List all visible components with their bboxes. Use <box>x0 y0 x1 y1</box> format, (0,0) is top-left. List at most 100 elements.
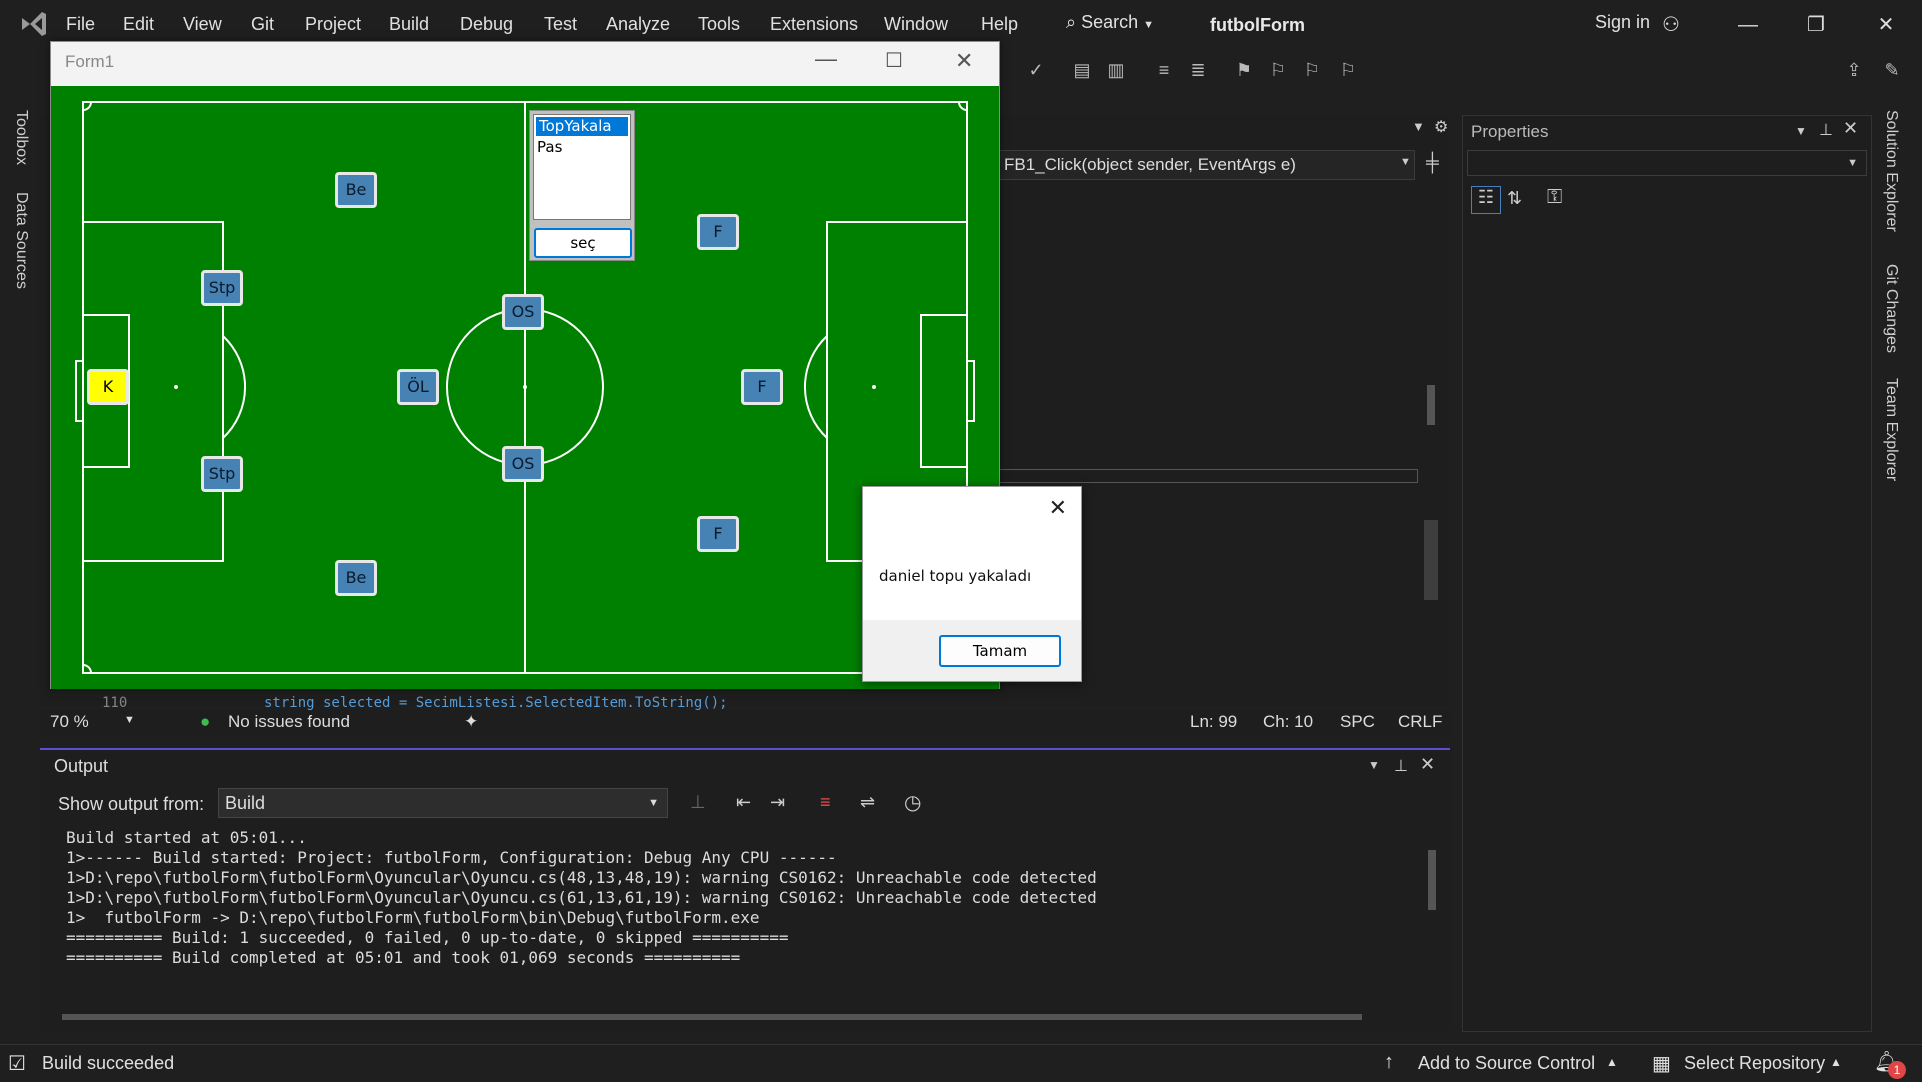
maximize-icon[interactable]: ☐ <box>885 48 903 73</box>
player-back-top[interactable]: Be <box>335 172 377 208</box>
categorized-icon[interactable]: ☷ <box>1471 186 1501 214</box>
ok-button[interactable]: Tamam <box>939 635 1061 667</box>
restore-icon[interactable]: ❐ <box>1796 10 1836 40</box>
issues-label[interactable]: No issues found <box>228 712 350 732</box>
cleanup-icon[interactable]: ✦ <box>464 712 478 732</box>
column-label[interactable]: Ch: 10 <box>1263 712 1313 732</box>
bookmark-prev-icon[interactable]: ⚐ <box>1266 58 1290 82</box>
select-button[interactable]: seç <box>534 228 632 258</box>
menu-edit[interactable]: Edit <box>123 14 154 35</box>
eol-label[interactable]: CRLF <box>1398 712 1442 732</box>
bookmark-clear-icon[interactable]: ⚐ <box>1336 58 1360 82</box>
close-icon[interactable]: ✕ <box>1843 118 1858 139</box>
menu-file[interactable]: File <box>66 14 95 35</box>
gear-icon[interactable]: ⚙ <box>1434 117 1448 137</box>
menu-project[interactable]: Project <box>305 14 361 35</box>
zoom-dropdown[interactable]: 70 % <box>50 712 89 732</box>
next-message-icon[interactable]: ⇥ <box>770 792 785 813</box>
output-title: Output <box>54 756 109 776</box>
split-icon[interactable]: ╪ <box>1426 152 1439 173</box>
output-line: Build started at 05:01... <box>66 828 307 847</box>
output-line: 1> futbolForm -> D:\repo\futbolForm\futb… <box>66 908 760 927</box>
spacing-label[interactable]: SPC <box>1340 712 1375 732</box>
player-defender-top[interactable]: Stp <box>201 270 243 306</box>
player-forward-top[interactable]: F <box>697 214 739 250</box>
menu-git[interactable]: Git <box>251 14 274 35</box>
player-midfielder-bottom[interactable]: OS <box>502 446 544 482</box>
close-icon[interactable]: ✕ <box>1049 495 1067 521</box>
select-icon[interactable]: ▤ <box>1070 58 1094 82</box>
bookmark-next-icon[interactable]: ⚐ <box>1300 58 1324 82</box>
select-repository[interactable]: Select Repository <box>1684 1053 1825 1074</box>
player-goalkeeper[interactable]: K <box>87 369 129 405</box>
list-item-selected[interactable]: TopYakala <box>536 117 628 136</box>
spell-check-icon[interactable]: ✓ <box>1024 58 1048 82</box>
object-select[interactable]: ▼ <box>1467 150 1867 176</box>
editor-scrollbar[interactable] <box>1424 185 1438 705</box>
share-icon[interactable]: ⇪ <box>1842 58 1866 82</box>
close-icon[interactable]: ✕ <box>955 48 973 74</box>
menu-window[interactable]: Window <box>884 14 948 35</box>
output-vertical-scrollbar[interactable] <box>1426 830 1438 1000</box>
feedback-icon[interactable]: ✎ <box>1880 58 1904 82</box>
outdent-icon[interactable]: ≣ <box>1186 58 1210 82</box>
player-midfielder-top[interactable]: OS <box>502 294 544 330</box>
search-button[interactable]: ⌕ Search ▼ <box>1066 12 1154 33</box>
line-label[interactable]: Ln: 99 <box>1190 712 1237 732</box>
chevron-down-icon[interactable]: ▼ <box>1368 758 1380 772</box>
copy-icon[interactable]: ▥ <box>1104 58 1128 82</box>
chevron-down-icon[interactable]: ▼ <box>1795 124 1807 138</box>
close-icon[interactable]: ✕ <box>1420 754 1435 775</box>
output-horizontal-scrollbar[interactable] <box>62 1012 1422 1022</box>
solution-explorer-tab[interactable]: Solution Explorer <box>1882 110 1900 232</box>
data-sources-tab[interactable]: Data Sources <box>12 192 30 289</box>
sign-in-link[interactable]: Sign in <box>1595 12 1650 33</box>
player-defender-bottom[interactable]: Stp <box>201 456 243 492</box>
alphabetical-icon[interactable]: ⇅ <box>1507 188 1522 209</box>
find-message-icon[interactable]: ⊥ <box>690 792 706 813</box>
menu-extensions[interactable]: Extensions <box>770 14 858 35</box>
action-listbox[interactable]: TopYakala Pas <box>533 114 631 220</box>
output-source-select[interactable]: Build ▼ <box>218 788 668 818</box>
chevron-up-icon[interactable]: ▲ <box>1606 1055 1618 1069</box>
player-back-bottom[interactable]: Be <box>335 560 377 596</box>
add-to-source-control[interactable]: Add to Source Control <box>1418 1053 1595 1074</box>
code-line: string selected = SecimListesi.SelectedI… <box>264 695 728 711</box>
pin-icon[interactable]: ⊥ <box>1394 756 1408 776</box>
list-item[interactable]: Pas <box>534 138 630 157</box>
menu-debug[interactable]: Debug <box>460 14 513 35</box>
word-wrap-icon[interactable]: ⇌ <box>860 792 875 813</box>
account-icon[interactable]: ⚇ <box>1662 12 1680 37</box>
pin-icon[interactable]: ⊥ <box>1819 120 1833 140</box>
clock-icon[interactable]: ◷ <box>904 790 921 815</box>
chevron-down-icon[interactable]: ▼ <box>1412 119 1425 134</box>
indent-icon[interactable]: ≡ <box>1152 58 1176 82</box>
method-dropdown[interactable]: FB1_Click(object sender, EventArgs e) <box>995 150 1415 180</box>
chevron-down-icon[interactable]: ▼ <box>1400 156 1411 168</box>
wrench-icon[interactable]: ⚿ <box>1547 186 1562 209</box>
player-midfielder-left[interactable]: ÖL <box>397 369 439 405</box>
menu-build[interactable]: Build <box>389 14 429 35</box>
menu-help[interactable]: Help <box>981 14 1018 35</box>
menu-analyze[interactable]: Analyze <box>606 14 670 35</box>
editor-split-divider <box>998 469 1418 483</box>
minimize-icon[interactable]: — <box>1728 10 1768 40</box>
line-number: 110 <box>102 695 128 711</box>
menu-view[interactable]: View <box>183 14 222 35</box>
chevron-down-icon[interactable]: ▼ <box>124 714 135 726</box>
output-line: 1>D:\repo\futbolForm\futbolForm\Oyuncula… <box>66 868 1097 887</box>
team-explorer-tab[interactable]: Team Explorer <box>1882 378 1900 481</box>
player-forward-mid[interactable]: F <box>741 369 783 405</box>
search-icon: ⌕ <box>1066 12 1077 32</box>
minimize-icon[interactable]: — <box>815 46 837 72</box>
git-changes-tab[interactable]: Git Changes <box>1882 264 1900 353</box>
bookmark-icon[interactable]: ⚑ <box>1232 58 1256 82</box>
clear-all-icon[interactable]: ≡ <box>820 792 831 813</box>
prev-message-icon[interactable]: ⇤ <box>736 792 751 813</box>
toolbox-tab[interactable]: Toolbox <box>12 110 30 165</box>
close-icon[interactable]: ✕ <box>1866 10 1906 40</box>
chevron-up-icon[interactable]: ▲ <box>1830 1055 1842 1069</box>
menu-tools[interactable]: Tools <box>698 14 740 35</box>
player-forward-bottom[interactable]: F <box>697 516 739 552</box>
menu-test[interactable]: Test <box>544 14 577 35</box>
